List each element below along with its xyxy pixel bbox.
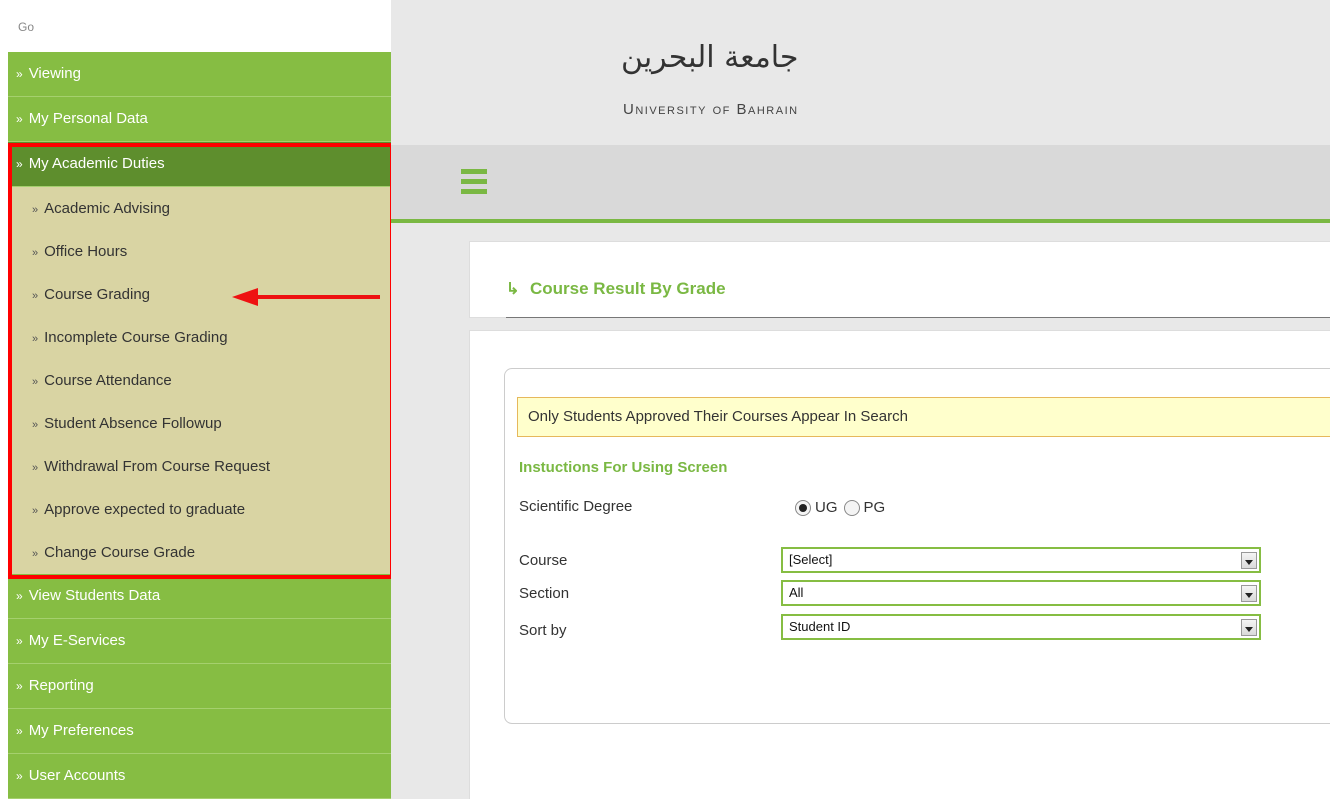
course-select[interactable]: [Select] <box>781 547 1261 573</box>
pg-radio[interactable] <box>843 499 860 516</box>
notice-banner: Only Students Approved Their Courses App… <box>517 397 1330 437</box>
submenu-item-label: Office Hours <box>44 243 128 260</box>
sort-by-select-value: Student ID <box>789 619 851 634</box>
sidebar-item-user-accounts[interactable]: » User Accounts <box>8 754 391 799</box>
site-header: جامعة البحرين University of Bahrain <box>391 0 1330 145</box>
sidebar: Go » Viewing » My Personal Data » My Academ… <box>0 0 394 799</box>
sidebar-item-personal-data[interactable]: » My Personal Data <box>8 97 391 142</box>
chevron-right-icon: » <box>32 419 39 431</box>
go-label: Go <box>18 20 35 34</box>
instructions-link[interactable]: Instuctions For Using Screen <box>519 459 727 476</box>
submenu-item-course-attendance[interactable]: » Course Attendance <box>8 359 391 402</box>
chevron-down-icon[interactable] <box>1241 585 1257 602</box>
chevron-right-icon: » <box>16 67 23 81</box>
sidebar-item-label: Reporting <box>28 677 94 694</box>
chevron-right-icon: » <box>32 247 39 259</box>
submenu-item-label: Course Grading <box>44 286 151 303</box>
submenu-item-label: Academic Advising <box>44 200 171 217</box>
go-search-box[interactable]: Go <box>0 0 391 52</box>
submenu-item-label: Withdrawal From Course Request <box>44 458 271 475</box>
chevron-right-icon: » <box>32 204 39 216</box>
chevron-right-icon: » <box>32 462 39 474</box>
chevron-right-icon: » <box>16 112 23 126</box>
submenu-item-academic-advising[interactable]: » Academic Advising <box>8 187 391 230</box>
submenu-item-withdrawal-request[interactable]: » Withdrawal From Course Request <box>8 445 391 488</box>
sidebar-menu: » Viewing » My Personal Data » My Academic … <box>8 52 391 799</box>
sidebar-item-academic-duties[interactable]: » My Academic Duties <box>8 142 391 187</box>
form-card: Only Students Approved Their Courses App… <box>469 330 1330 799</box>
sidebar-item-reporting[interactable]: » Reporting <box>8 664 391 709</box>
scientific-degree-label: Scientific Degree <box>519 498 633 515</box>
hamburger-menu-icon[interactable] <box>461 169 487 197</box>
ug-radio-label: UG <box>815 499 838 516</box>
submenu-item-label: Approve expected to graduate <box>44 501 246 518</box>
submenu-item-label: Incomplete Course Grading <box>44 329 228 346</box>
submenu-item-incomplete-course-grading[interactable]: » Incomplete Course Grading <box>8 316 391 359</box>
university-logo-arabic: جامعة البحرين <box>621 40 799 75</box>
chevron-down-icon[interactable] <box>1241 552 1257 569</box>
university-logo-english: University of Bahrain <box>623 101 799 118</box>
chevron-right-icon: » <box>32 290 39 302</box>
section-select-value: All <box>789 585 804 600</box>
course-label: Course <box>519 552 568 569</box>
chevron-right-icon: » <box>32 333 39 345</box>
section-select[interactable]: All <box>781 580 1261 606</box>
chevron-down-icon[interactable] <box>1241 619 1257 636</box>
submenu-item-change-course-grade[interactable]: » Change Course Grade <box>8 531 391 574</box>
sidebar-item-label: My Academic Duties <box>28 155 165 172</box>
sort-by-label: Sort by <box>519 622 567 639</box>
main-content: ↳ Course Result By Grade Only Students A… <box>391 223 1330 799</box>
pg-radio-label: PG <box>863 499 886 516</box>
chevron-right-icon: » <box>32 505 39 517</box>
submenu-item-label: Student Absence Followup <box>44 415 222 432</box>
title-divider <box>506 317 1330 318</box>
chevron-right-icon: » <box>32 376 39 388</box>
submenu-item-student-absence-followup[interactable]: » Student Absence Followup <box>8 402 391 445</box>
sidebar-item-label: My Preferences <box>28 722 134 739</box>
submenu-item-label: Change Course Grade <box>44 544 196 561</box>
search-form: Only Students Approved Their Courses App… <box>504 368 1330 724</box>
ug-radio[interactable] <box>795 499 811 516</box>
page-title-card: ↳ Course Result By Grade <box>469 241 1330 318</box>
sidebar-item-preferences[interactable]: » My Preferences <box>8 709 391 754</box>
chevron-right-icon: » <box>16 679 23 693</box>
chevron-right-icon: » <box>16 724 23 738</box>
sidebar-item-view-students-data[interactable]: » View Students Data <box>8 574 391 619</box>
sidebar-item-e-services[interactable]: » My E-Services <box>8 619 391 664</box>
sidebar-item-label: My E-Services <box>28 632 126 649</box>
chevron-right-icon: » <box>16 589 23 603</box>
chevron-right-icon: » <box>16 157 23 171</box>
return-arrow-icon: ↳ <box>506 281 520 298</box>
sidebar-item-label: User Accounts <box>28 767 126 784</box>
red-arrow-icon <box>232 288 380 306</box>
section-label: Section <box>519 585 570 602</box>
chevron-right-icon: » <box>16 634 23 648</box>
sidebar-item-label: Viewing <box>28 65 81 82</box>
degree-radio-group: UG PG <box>795 499 885 516</box>
sort-by-select[interactable]: Student ID <box>781 614 1261 640</box>
submenu-item-approve-expected-graduate[interactable]: » Approve expected to graduate <box>8 488 391 531</box>
academic-duties-submenu: » Academic Advising » Office Hours » Course… <box>8 187 391 574</box>
sidebar-item-viewing[interactable]: » Viewing <box>8 52 391 97</box>
chevron-right-icon: » <box>16 769 23 783</box>
chevron-right-icon: » <box>32 548 39 560</box>
page-title: Course Result By Grade <box>530 279 726 298</box>
submenu-item-label: Course Attendance <box>44 372 172 389</box>
submenu-item-office-hours[interactable]: » Office Hours <box>8 230 391 273</box>
sidebar-item-label: My Personal Data <box>28 110 148 127</box>
sidebar-item-label: View Students Data <box>28 587 161 604</box>
navbar <box>391 145 1330 223</box>
course-select-value: [Select] <box>789 552 833 567</box>
